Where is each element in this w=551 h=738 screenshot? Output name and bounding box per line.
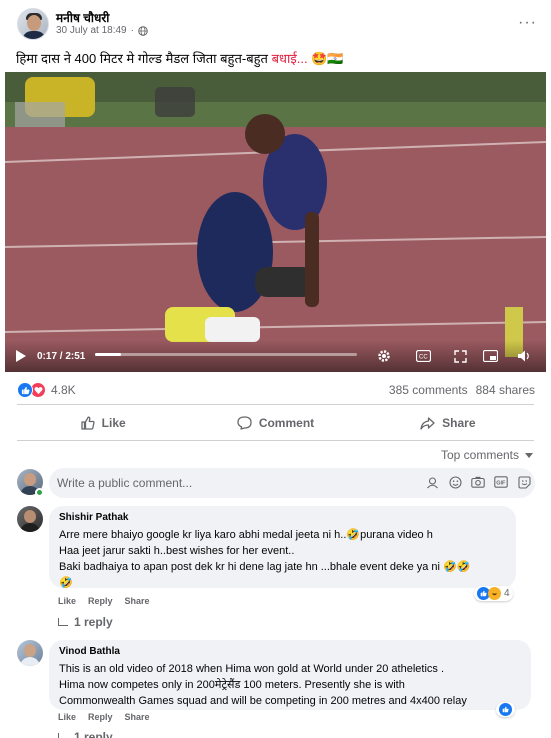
comment-share-button[interactable]: Share <box>125 712 150 723</box>
comment-reactions[interactable]: 4 <box>474 586 513 601</box>
pip-icon[interactable] <box>482 348 498 364</box>
comment-time[interactable]: 1 d <box>162 712 176 723</box>
comment-button[interactable]: Comment <box>189 409 361 437</box>
more-options-button[interactable]: ··· <box>518 14 537 32</box>
captions-icon[interactable]: CC <box>415 348 431 364</box>
comments-count[interactable]: 385 comments <box>389 383 468 397</box>
post-meta: 30 July at 18:49 · <box>56 25 148 36</box>
thumbs-up-icon <box>81 416 95 430</box>
reply-arrow-icon <box>58 733 68 738</box>
comment-reply-button[interactable]: Reply <box>88 712 113 723</box>
caption-emojis: 🤩🇮🇳 <box>311 51 344 66</box>
comment-bubble: Vinod Bathla This is an old video of 201… <box>49 640 531 710</box>
settings-icon[interactable] <box>376 348 392 364</box>
post-actions: Like Comment Share <box>17 409 534 437</box>
post-header: मनीष चौधरी 30 July at 18:49 · ··· <box>0 0 551 44</box>
comment-text-line: Hima now competes only in 200मेट्रेसैंड … <box>59 679 405 691</box>
comment-reaction-count: 4 <box>504 588 510 599</box>
comment-input-box[interactable]: GIF <box>49 468 535 498</box>
share-icon <box>420 416 435 430</box>
comment-like-button[interactable]: Like <box>58 596 76 607</box>
comment-text-line: 🤣 <box>59 577 73 589</box>
comment-actions: Like Reply Share 1 d <box>58 712 175 723</box>
chevron-down-icon <box>525 452 533 458</box>
video-time: 0:17 / 2:51 <box>37 351 86 362</box>
share-button[interactable]: Share <box>362 409 534 437</box>
comment-reply-button[interactable]: Reply <box>88 596 113 607</box>
caption-highlight: बधाई... <box>271 51 308 66</box>
reaction-count[interactable]: 4.8K <box>51 383 76 397</box>
like-reaction-icon <box>499 703 512 716</box>
comment-label: Comment <box>258 416 315 430</box>
comment-text-line: Commonwealth Games squad and will be com… <box>59 695 467 707</box>
commenter-name[interactable]: Shishir Pathak <box>59 512 506 523</box>
volume-icon[interactable] <box>516 348 532 364</box>
author-name[interactable]: मनीष चौधरी <box>56 9 109 26</box>
svg-text:CC: CC <box>419 355 428 361</box>
comment-text-line: This is an old video of 2018 when Hima w… <box>59 663 445 675</box>
like-label: Like <box>101 416 126 430</box>
view-replies-link[interactable]: 1 reply <box>58 730 113 738</box>
comment-item: Shishir Pathak Arre mere bhaiyo google k… <box>17 506 535 632</box>
like-reaction-icon <box>17 382 33 398</box>
online-status-dot <box>35 488 44 497</box>
view-replies-link[interactable]: 1 reply <box>58 615 113 629</box>
sticker-icon[interactable] <box>517 475 531 489</box>
play-icon[interactable] <box>16 350 26 362</box>
reply-arrow-icon <box>58 618 68 626</box>
camera-icon[interactable] <box>471 475 485 489</box>
globe-icon <box>138 25 148 36</box>
comment-text-line: Baki badhaiya to apan post dek kr hi den… <box>59 561 471 573</box>
video-progress-bar[interactable] <box>95 353 357 356</box>
post-stats: 4.8K 385 comments 884 shares <box>17 379 535 401</box>
replies-label: 1 reply <box>74 615 113 629</box>
emoji-icon[interactable] <box>448 475 462 489</box>
comment-bubble: Shishir Pathak Arre mere bhaiyo google k… <box>49 506 516 589</box>
caption-text: हिमा दास ने 400 मिटर मे गोल्ड मैडल जिता … <box>16 51 268 66</box>
video-progress-fill <box>95 353 122 356</box>
shares-count[interactable]: 884 shares <box>476 383 535 397</box>
comment-sort-dropdown[interactable]: Top comments <box>441 448 533 462</box>
comment-reactions[interactable] <box>496 702 515 717</box>
comment-composer: GIF <box>17 468 535 500</box>
commenter-name[interactable]: Vinod Bathla <box>59 646 521 657</box>
author-avatar[interactable] <box>17 8 49 40</box>
comment-like-button[interactable]: Like <box>58 712 76 723</box>
divider <box>17 404 534 405</box>
comment-share-button[interactable]: Share <box>125 596 150 607</box>
replies-label: 1 reply <box>74 730 113 738</box>
meta-separator: · <box>130 25 134 36</box>
avatar-sticker-icon[interactable] <box>425 475 439 489</box>
svg-text:GIF: GIF <box>496 481 506 487</box>
video-scene <box>5 72 546 372</box>
comment-item: Vinod Bathla This is an old video of 201… <box>17 640 535 738</box>
commenter-avatar[interactable] <box>17 640 43 666</box>
comment-text-line: Haa jeet jarur sakti h..best wishes for … <box>59 545 295 557</box>
commenter-avatar[interactable] <box>17 506 43 532</box>
comment-icon <box>237 416 252 430</box>
share-label: Share <box>442 416 476 430</box>
haha-reaction-icon <box>488 587 501 600</box>
post-caption: हिमा दास ने 400 मिटर मे गोल्ड मैडल जिता … <box>16 49 344 67</box>
comment-time[interactable]: 1 d <box>162 596 176 607</box>
gif-icon[interactable]: GIF <box>494 475 508 489</box>
reaction-icons[interactable] <box>17 382 46 398</box>
comment-input[interactable] <box>57 476 357 490</box>
comment-sort-label: Top comments <box>440 448 519 462</box>
comment-actions: Like Reply Share 1 d <box>58 596 175 607</box>
video-controls: 0:17 / 2:51 CC <box>5 340 546 372</box>
divider <box>17 440 534 441</box>
video-player[interactable]: 0:17 / 2:51 CC <box>5 72 546 372</box>
like-button[interactable]: Like <box>17 409 189 437</box>
post-timestamp[interactable]: 30 July at 18:49 <box>56 25 127 36</box>
fullscreen-icon[interactable] <box>452 348 468 364</box>
comment-text-line: Arre mere bhaiyo google kr liya karo abh… <box>59 529 433 541</box>
